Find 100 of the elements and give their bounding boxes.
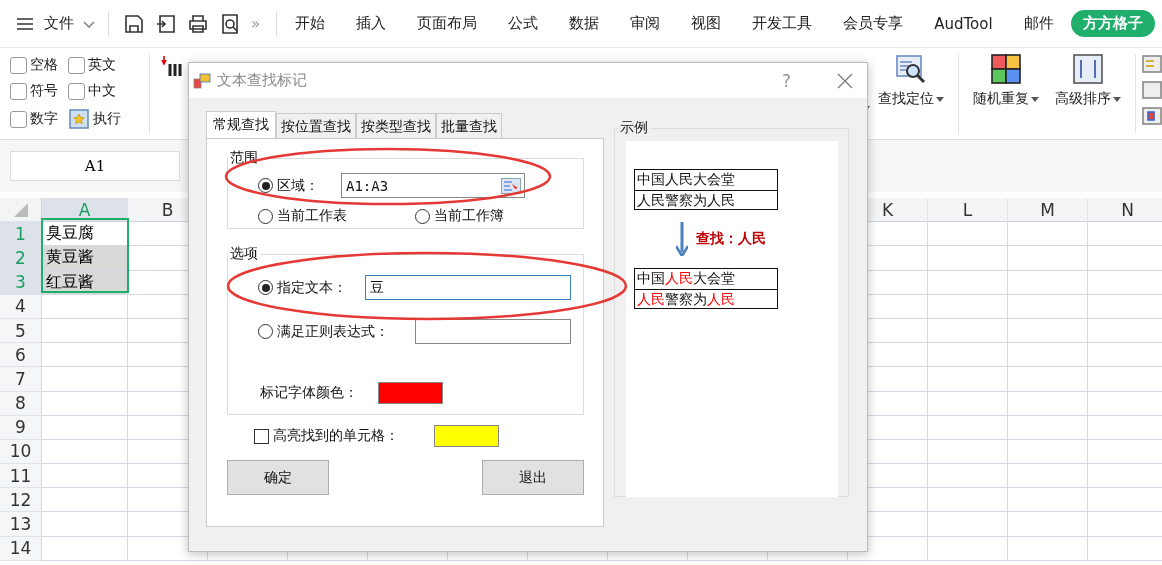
radio-button[interactable] bbox=[415, 208, 430, 224]
menu-tab[interactable]: 页面布局 bbox=[417, 14, 478, 33]
menu-tab[interactable]: 审阅 bbox=[630, 14, 661, 33]
table-cell[interactable]: 臭豆腐 bbox=[42, 222, 128, 247]
table-cell[interactable] bbox=[42, 318, 128, 344]
table-cell[interactable] bbox=[42, 367, 128, 392]
table-cell[interactable] bbox=[928, 294, 1008, 319]
row-header[interactable]: 11 bbox=[0, 464, 42, 489]
table-cell[interactable] bbox=[928, 343, 1008, 368]
table-cell[interactable] bbox=[1008, 464, 1088, 489]
dialog-tab[interactable]: 按类型查找 bbox=[356, 113, 436, 138]
table-cell[interactable] bbox=[1008, 270, 1088, 295]
checkbox[interactable] bbox=[10, 110, 27, 128]
row-header[interactable]: 9 bbox=[0, 415, 42, 440]
menu-tab[interactable]: 邮件 bbox=[1023, 14, 1054, 33]
table-cell[interactable] bbox=[1008, 415, 1088, 440]
color-swatch[interactable] bbox=[378, 382, 443, 404]
table-cell[interactable] bbox=[928, 439, 1008, 465]
range-field[interactable]: A1:A3 bbox=[341, 173, 525, 198]
checkbox[interactable] bbox=[254, 428, 269, 444]
menu-tab[interactable]: 开发工具 bbox=[752, 14, 813, 33]
row-header[interactable]: 5 bbox=[0, 318, 42, 344]
table-cell[interactable] bbox=[42, 488, 128, 513]
column-header[interactable]: N bbox=[1088, 198, 1162, 223]
table-cell[interactable] bbox=[42, 512, 128, 537]
table-cell[interactable] bbox=[42, 415, 128, 440]
table-cell[interactable] bbox=[1008, 367, 1088, 392]
tool-button[interactable]: 随机重复 bbox=[973, 90, 1029, 108]
close-icon[interactable] bbox=[837, 72, 853, 89]
regex-field[interactable] bbox=[415, 319, 571, 344]
table-cell[interactable] bbox=[1008, 318, 1088, 344]
checkbox[interactable] bbox=[10, 82, 27, 100]
table-cell[interactable] bbox=[42, 343, 128, 368]
checkbox[interactable] bbox=[10, 56, 27, 74]
save-icon[interactable] bbox=[123, 12, 145, 35]
table-cell[interactable] bbox=[1008, 391, 1088, 416]
row-header[interactable]: 4 bbox=[0, 294, 42, 319]
color-swatch[interactable] bbox=[434, 425, 499, 447]
row-header[interactable]: 14 bbox=[0, 536, 42, 561]
radio-button[interactable] bbox=[258, 280, 273, 295]
table-cell[interactable] bbox=[928, 246, 1008, 271]
table-cell[interactable] bbox=[1008, 512, 1088, 537]
export-icon[interactable] bbox=[155, 12, 177, 35]
menu-tab[interactable]: 公式 bbox=[508, 14, 539, 33]
table-cell[interactable] bbox=[42, 391, 128, 416]
table-cell[interactable] bbox=[1008, 488, 1088, 513]
column-header[interactable]: L bbox=[928, 198, 1008, 223]
dialog-tab[interactable]: 批量查找 bbox=[436, 113, 502, 138]
table-cell[interactable] bbox=[928, 270, 1008, 295]
table-cell[interactable] bbox=[928, 318, 1008, 344]
ok-button[interactable]: 确定 bbox=[227, 460, 329, 495]
table-cell[interactable] bbox=[928, 222, 1008, 247]
range-picker-icon[interactable] bbox=[501, 177, 521, 194]
dialog-tab[interactable]: 常规查找 bbox=[206, 111, 276, 138]
name-box[interactable]: A1 bbox=[10, 151, 180, 181]
execute-button[interactable]: 执行 bbox=[93, 110, 121, 128]
table-cell[interactable] bbox=[1008, 246, 1088, 271]
table-cell[interactable] bbox=[1008, 439, 1088, 465]
menu-tab[interactable]: 插入 bbox=[356, 14, 387, 33]
menu-tab[interactable]: 数据 bbox=[569, 14, 600, 33]
row-header[interactable]: 8 bbox=[0, 391, 42, 416]
row-header[interactable]: 13 bbox=[0, 512, 42, 537]
table-cell[interactable] bbox=[928, 415, 1008, 440]
radio-button[interactable] bbox=[258, 178, 273, 193]
table-cell[interactable] bbox=[928, 536, 1008, 561]
table-cell[interactable] bbox=[928, 367, 1008, 392]
menu-tab[interactable]: 视图 bbox=[691, 14, 722, 33]
table-cell[interactable] bbox=[928, 488, 1008, 513]
table-cell[interactable] bbox=[1008, 294, 1088, 319]
menu-tab[interactable]: AudTool bbox=[934, 14, 993, 33]
radio-button[interactable] bbox=[258, 324, 273, 339]
menu-tab[interactable]: 开始 bbox=[295, 14, 326, 33]
table-cell[interactable] bbox=[928, 391, 1008, 416]
table-cell[interactable] bbox=[1008, 536, 1088, 561]
table-cell[interactable] bbox=[1008, 343, 1088, 368]
table-cell[interactable] bbox=[42, 536, 128, 561]
menu-tab[interactable]: 会员专享 bbox=[843, 14, 904, 33]
checkbox[interactable] bbox=[68, 82, 85, 100]
row-header[interactable]: 10 bbox=[0, 439, 42, 465]
exit-button[interactable]: 退出 bbox=[482, 460, 584, 495]
dialog-tab[interactable]: 按位置查找 bbox=[276, 113, 356, 138]
checkbox[interactable] bbox=[68, 56, 85, 74]
table-cell[interactable] bbox=[42, 464, 128, 489]
row-header[interactable]: 7 bbox=[0, 367, 42, 392]
table-cell[interactable]: 黄豆酱 bbox=[42, 246, 128, 271]
text-field[interactable]: 豆 bbox=[365, 275, 571, 300]
table-cell[interactable] bbox=[928, 464, 1008, 489]
select-all-corner[interactable] bbox=[0, 198, 42, 223]
row-header[interactable]: 6 bbox=[0, 343, 42, 368]
table-cell[interactable] bbox=[1008, 222, 1088, 247]
file-menu[interactable]: 文件 bbox=[44, 14, 74, 33]
column-header[interactable]: M bbox=[1008, 198, 1088, 223]
tool-button[interactable]: 高级排序 bbox=[1055, 90, 1111, 108]
row-header[interactable]: 12 bbox=[0, 488, 42, 513]
print-preview-icon[interactable] bbox=[219, 12, 241, 35]
print-icon[interactable] bbox=[187, 12, 209, 35]
table-cell[interactable] bbox=[42, 439, 128, 465]
radio-button[interactable] bbox=[258, 208, 273, 224]
table-cell[interactable] bbox=[928, 512, 1008, 537]
tool-button[interactable]: 查找定位 bbox=[878, 90, 934, 108]
